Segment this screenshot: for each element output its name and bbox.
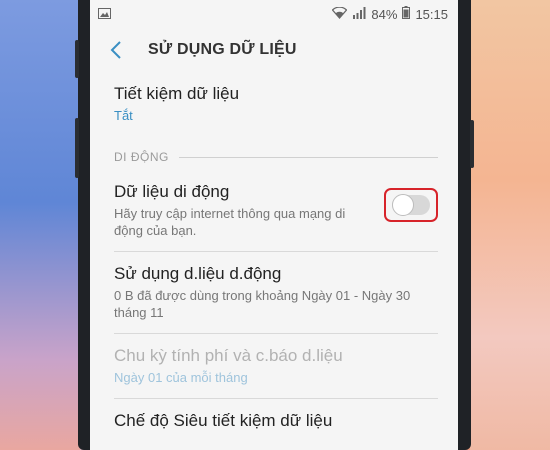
toggle-highlight — [384, 188, 438, 222]
mobile-usage-subtitle: 0 B đã được dùng trong khoảng Ngày 01 - … — [114, 287, 438, 321]
page-title: SỬ DỤNG DỮ LIỆU — [148, 41, 297, 58]
data-saver-status: Tắt — [114, 108, 133, 123]
mobile-usage-subtitle-line1: 0 B đã được dùng trong khoảng Ngày 01 - … — [114, 288, 411, 303]
gallery-notification-icon — [98, 7, 111, 22]
volume-up-button — [75, 40, 79, 78]
mobile-usage-item[interactable]: Sử dụng d.liệu d.động 0 B đã được dùng t… — [114, 252, 438, 334]
billing-cycle-subtitle: Ngày 01 của mỗi tháng — [114, 370, 248, 385]
background-left — [0, 0, 80, 450]
mobile-usage-subtitle-line2: tháng 11 — [114, 305, 164, 320]
clock: 15:15 — [415, 6, 448, 22]
mobile-data-subtitle-line2: động của bạn. — [114, 223, 197, 238]
battery-icon — [402, 6, 411, 22]
status-bar: 84% 15:15 — [90, 0, 458, 28]
data-saver-item[interactable]: Tiết kiệm dữ liệu Tắt — [114, 72, 438, 124]
toggle-knob — [392, 194, 414, 216]
mobile-data-item[interactable]: Dữ liệu di động Hãy truy cập internet th… — [114, 164, 438, 252]
mobile-data-toggle[interactable] — [392, 194, 430, 216]
section-label: DI ĐỘNG — [114, 150, 169, 164]
signal-icon — [352, 6, 366, 22]
back-arrow-icon[interactable] — [110, 40, 130, 60]
section-header-mobile: DI ĐỘNG — [114, 150, 438, 164]
settings-list: Tiết kiệm dữ liệu Tắt DI ĐỘNG Dữ liệu di… — [90, 72, 458, 431]
volume-down-button — [75, 118, 79, 178]
phone-screen: 84% 15:15 SỬ DỤNG DỮ LIỆU Tiết kiệm dữ l… — [90, 0, 458, 450]
battery-percent: 84% — [371, 6, 398, 22]
app-bar: SỬ DỤNG DỮ LIỆU — [90, 28, 458, 72]
billing-cycle-item: Chu kỳ tính phí và c.báo d.liệu Ngày 01 … — [114, 334, 438, 399]
background-right — [470, 0, 550, 450]
power-button — [470, 120, 474, 168]
ultra-saver-item[interactable]: Chế độ Siêu tiết kiệm dữ liệu — [114, 399, 438, 431]
ultra-saver-title: Chế độ Siêu tiết kiệm dữ liệu — [114, 411, 333, 430]
data-saver-title: Tiết kiệm dữ liệu — [114, 84, 240, 103]
wifi-icon — [332, 5, 348, 22]
mobile-usage-title: Sử dụng d.liệu d.động — [114, 264, 282, 283]
billing-cycle-title: Chu kỳ tính phí và c.báo d.liệu — [114, 346, 343, 365]
section-divider — [178, 156, 438, 158]
